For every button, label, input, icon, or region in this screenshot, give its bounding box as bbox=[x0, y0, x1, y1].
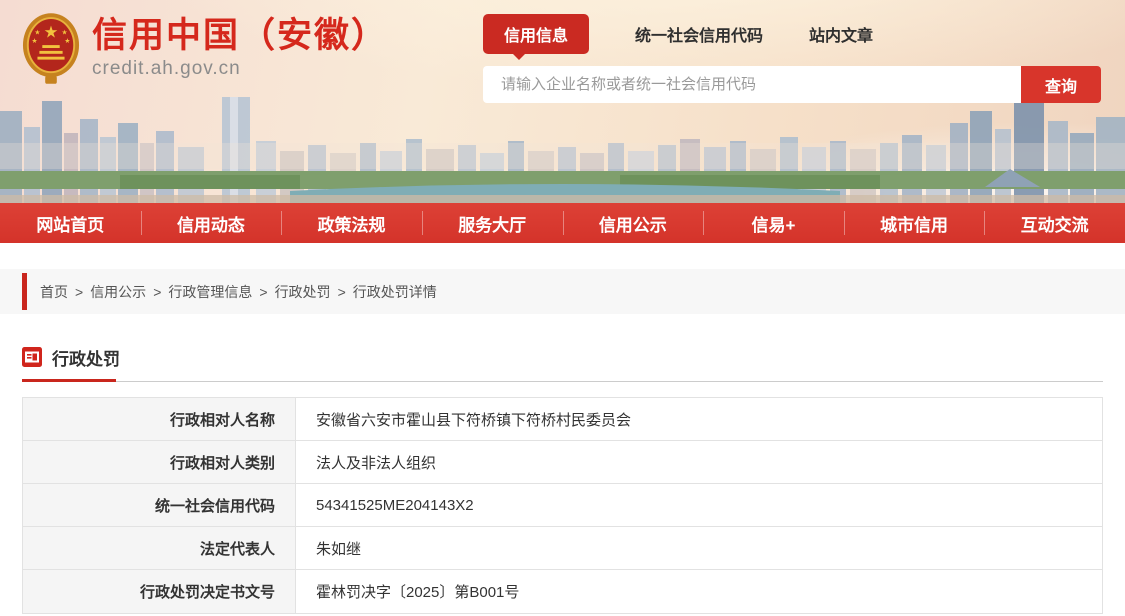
nav-item[interactable]: 信易+ bbox=[703, 203, 844, 243]
nav-item[interactable]: 信用公示 bbox=[563, 203, 704, 243]
search-tabs: 信用信息 统一社会信用代码 站内文章 bbox=[483, 16, 1101, 52]
breadcrumb-separator: > bbox=[75, 284, 83, 300]
search-input[interactable] bbox=[483, 66, 1021, 103]
search-tab[interactable]: 统一社会信用代码 bbox=[635, 22, 763, 46]
nav-item[interactable]: 服务大厅 bbox=[422, 203, 563, 243]
row-value: 朱如继 bbox=[296, 527, 1102, 569]
nav-item[interactable]: 政策法规 bbox=[281, 203, 422, 243]
breadcrumb-separator: > bbox=[153, 284, 161, 300]
svg-text:★: ★ bbox=[34, 29, 40, 36]
svg-text:★: ★ bbox=[44, 23, 59, 41]
search-tab[interactable]: 站内文章 bbox=[809, 22, 873, 46]
nav-item[interactable]: 网站首页 bbox=[0, 203, 141, 243]
penalty-detail-table: 行政相对人名称安徽省六安市霍山县下符桥镇下符桥村民委员会行政相对人类别法人及非法… bbox=[22, 397, 1103, 614]
breadcrumb-separator: > bbox=[259, 284, 267, 300]
table-row: 行政相对人类别法人及非法人组织 bbox=[23, 441, 1102, 484]
row-value: 安徽省六安市霍山县下符桥镇下符桥村民委员会 bbox=[296, 398, 1102, 440]
breadcrumb-current: 行政处罚详情 bbox=[353, 282, 437, 302]
search-button[interactable]: 查询 bbox=[1021, 66, 1101, 103]
main-nav: 网站首页信用动态政策法规服务大厅信用公示信易+城市信用互动交流 bbox=[0, 203, 1125, 243]
section-title: 行政处罚 bbox=[52, 345, 120, 370]
table-row: 统一社会信用代码54341525ME204143X2 bbox=[23, 484, 1102, 527]
breadcrumb-trail: 首页 > 信用公示 > 行政管理信息 > 行政处罚 > 行政处罚详情 bbox=[40, 282, 437, 302]
row-label: 统一社会信用代码 bbox=[23, 484, 296, 526]
nav-item[interactable]: 城市信用 bbox=[844, 203, 985, 243]
breadcrumb-link[interactable]: 信用公示 bbox=[90, 282, 146, 302]
document-list-icon bbox=[22, 347, 42, 367]
breadcrumb-link[interactable]: 行政处罚 bbox=[275, 282, 331, 302]
search-tab[interactable]: 信用信息 bbox=[483, 14, 589, 54]
city-skyline-image bbox=[0, 95, 1125, 203]
table-row: 行政相对人名称安徽省六安市霍山县下符桥镇下符桥村民委员会 bbox=[23, 398, 1102, 441]
table-row: 行政处罚决定书文号霍林罚决字〔2025〕第B001号 bbox=[23, 570, 1102, 613]
national-emblem-icon: ★ ★ ★ ★ ★ bbox=[22, 10, 80, 86]
site-logo[interactable]: ★ ★ ★ ★ ★ 信用中国（安徽） credit.ah.gov.cn bbox=[22, 10, 388, 86]
row-label: 行政处罚决定书文号 bbox=[23, 570, 296, 613]
breadcrumb: 首页 > 信用公示 > 行政管理信息 > 行政处罚 > 行政处罚详情 bbox=[0, 269, 1125, 314]
nav-item[interactable]: 信用动态 bbox=[141, 203, 282, 243]
breadcrumb-separator: > bbox=[338, 284, 346, 300]
row-label: 行政相对人名称 bbox=[23, 398, 296, 440]
logo-text-block: 信用中国（安徽） credit.ah.gov.cn bbox=[92, 16, 388, 80]
row-value: 54341525ME204143X2 bbox=[296, 484, 1102, 526]
breadcrumb-link[interactable]: 行政管理信息 bbox=[168, 282, 252, 302]
site-url: credit.ah.gov.cn bbox=[92, 58, 388, 80]
nav-item[interactable]: 互动交流 bbox=[984, 203, 1125, 243]
svg-text:★: ★ bbox=[64, 38, 70, 45]
search-module: 信用信息 统一社会信用代码 站内文章 查询 bbox=[483, 16, 1101, 103]
header-banner: ★ ★ ★ ★ ★ 信用中国（安徽） credit.ah.gov.cn 信用信息… bbox=[0, 0, 1125, 203]
svg-text:★: ★ bbox=[32, 38, 38, 45]
section-divider bbox=[22, 381, 1103, 382]
section-header: 行政处罚 bbox=[22, 346, 1103, 368]
breadcrumb-accent-bar bbox=[22, 273, 27, 310]
search-row: 查询 bbox=[483, 66, 1101, 103]
breadcrumb-link[interactable]: 首页 bbox=[40, 282, 68, 302]
svg-text:★: ★ bbox=[62, 29, 68, 36]
row-value: 霍林罚决字〔2025〕第B001号 bbox=[296, 570, 1102, 613]
site-title: 信用中国（安徽） bbox=[92, 16, 388, 56]
row-value: 法人及非法人组织 bbox=[296, 441, 1102, 483]
row-label: 行政相对人类别 bbox=[23, 441, 296, 483]
row-label: 法定代表人 bbox=[23, 527, 296, 569]
table-row: 法定代表人朱如继 bbox=[23, 527, 1102, 570]
